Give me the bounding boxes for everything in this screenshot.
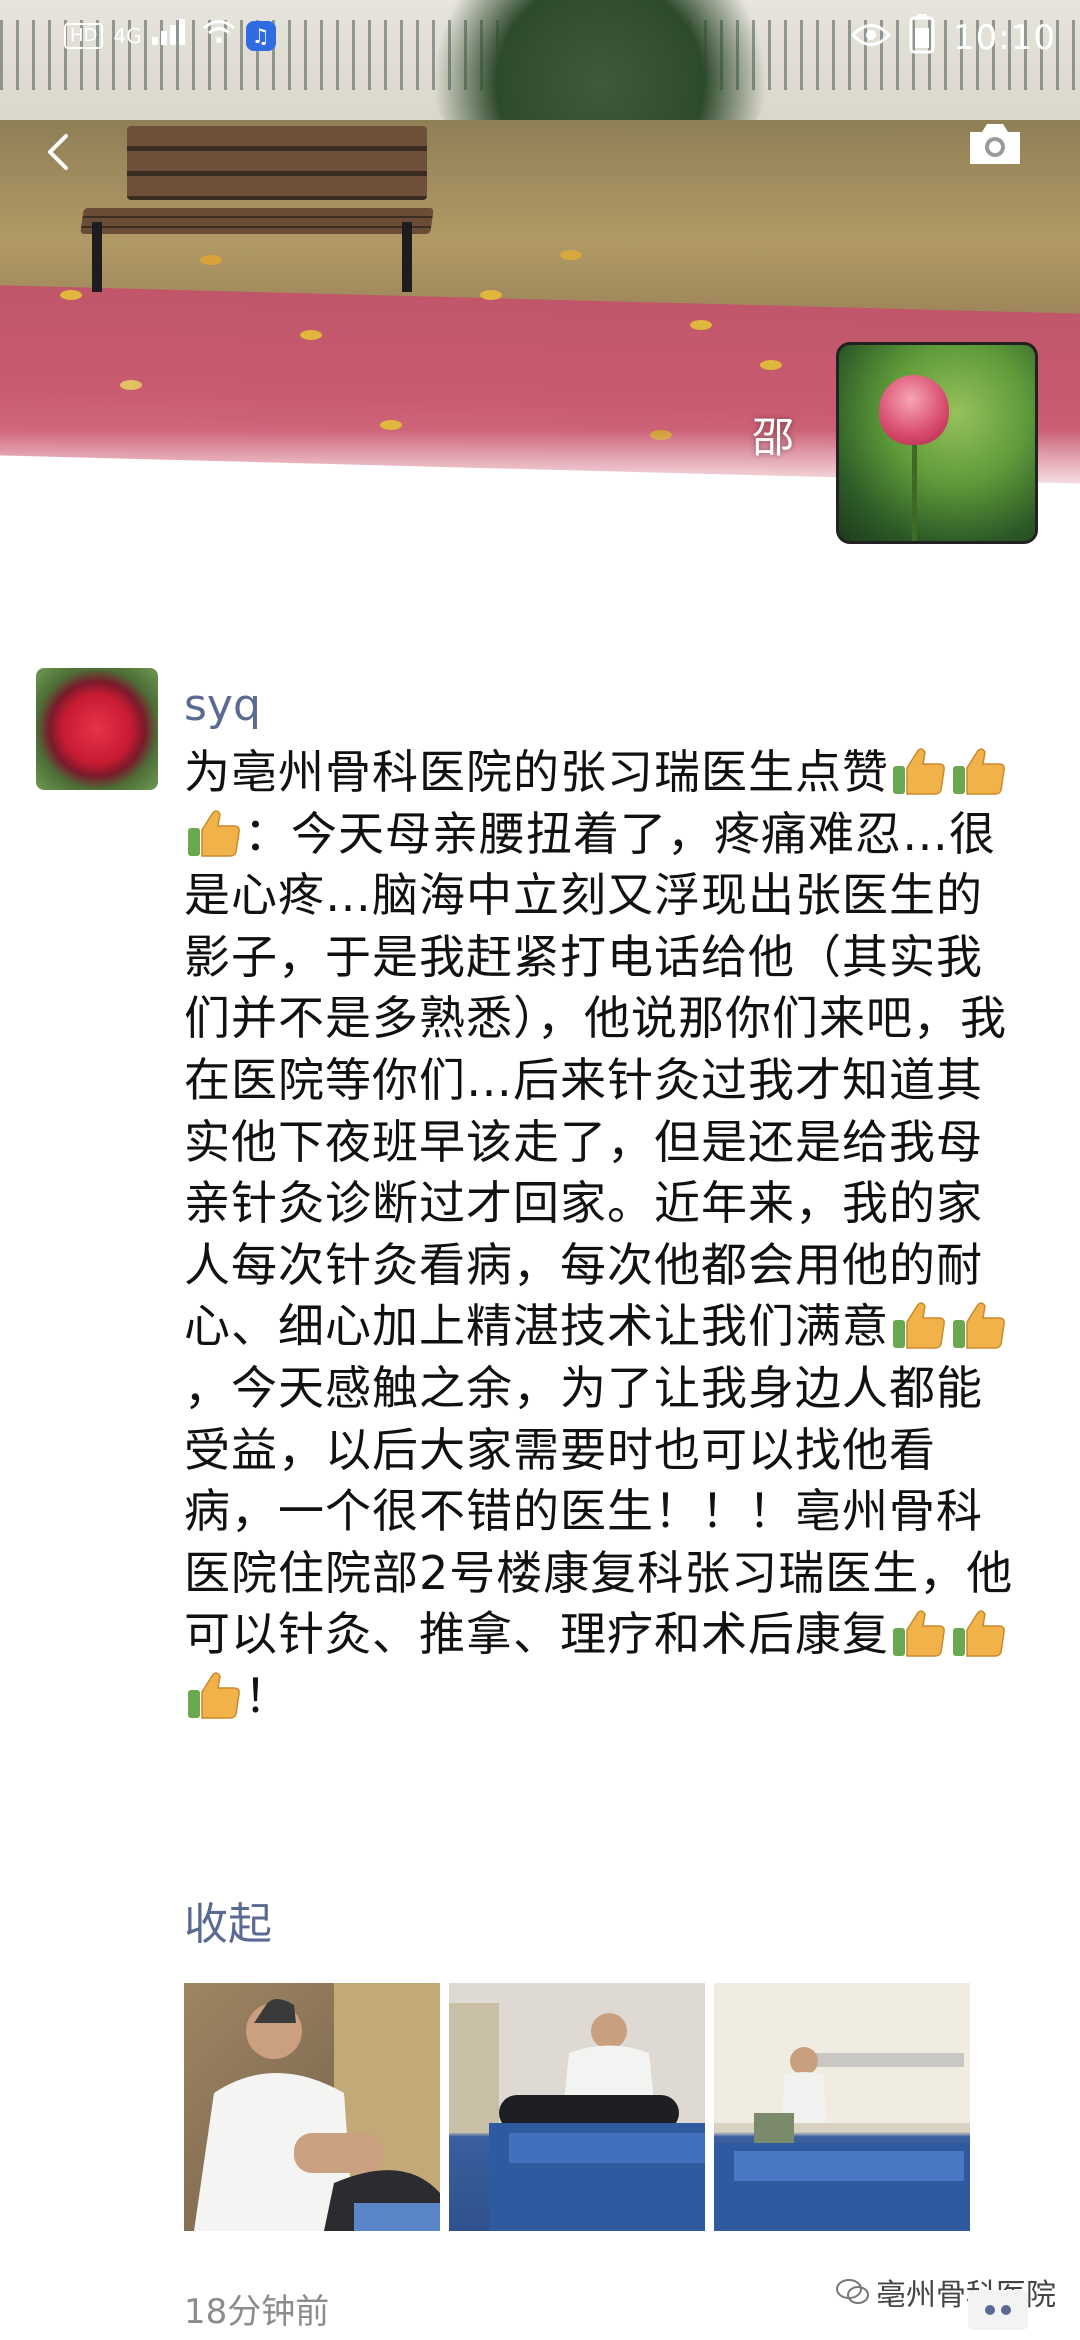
poster-name[interactable]: syq: [184, 680, 261, 731]
cover-bench: [80, 126, 442, 292]
status-bar: HD 4G ♫ 10:10: [0, 0, 1080, 66]
signal-icon: [151, 18, 192, 53]
thumbs-up-icon: [891, 1608, 947, 1658]
post-text: 为亳州骨科医院的张习瑞医生点赞 ：今天母亲腰扭着了，疼痛难忍…很是心疼…脑海中立刻…: [184, 742, 1014, 1728]
photo-grid: [184, 1983, 974, 2231]
thumbs-up-icon: [951, 746, 1007, 796]
more-actions-button[interactable]: [968, 2290, 1028, 2330]
post-photo[interactable]: [184, 1983, 440, 2231]
post-timestamp: 18分钟前: [184, 2292, 330, 2332]
thumbs-up-icon: [891, 1300, 947, 1350]
camera-button[interactable]: [964, 120, 1026, 168]
post-text-segment: 为亳州骨科医院的张习瑞医生点赞: [184, 745, 889, 799]
post-photo[interactable]: [714, 1983, 970, 2231]
camera-icon: [970, 124, 1020, 164]
post-text-segment: ！: [244, 1668, 291, 1723]
wechat-logo-icon: [836, 2279, 869, 2304]
thumbs-up-icon: [951, 1608, 1007, 1658]
thumbs-up-icon: [951, 1300, 1007, 1350]
post-text-segment: ，今天感触之余，为了让我身边人都能受益，以后大家需要时也可以找他看病，一个很不错…: [184, 1360, 1014, 1662]
music-app-icon: ♫: [245, 20, 276, 51]
owner-avatar[interactable]: [836, 342, 1038, 544]
poster-avatar[interactable]: [36, 668, 158, 790]
back-button[interactable]: [30, 122, 90, 182]
status-time: 10:10: [953, 18, 1056, 58]
thumbs-up-icon: [186, 1670, 242, 1720]
owner-name[interactable]: 邵: [752, 404, 794, 465]
post-text-segment: ：今天母亲腰扭着了，疼痛难忍…很是心疼…脑海中立刻又浮现出张医生的影子，于是我赶…: [184, 806, 1007, 1354]
watermark-label: 亳州骨科医院: [876, 2278, 1056, 2313]
more-dots-icon: [985, 2305, 1011, 2315]
eye-icon: [850, 21, 892, 56]
signal-label: 4G: [113, 23, 142, 48]
thumbs-up-icon: [891, 746, 947, 796]
collapse-link[interactable]: 收起: [184, 1888, 272, 1952]
hd-badge: HD: [64, 22, 104, 49]
battery-icon: [909, 14, 935, 62]
wifi-icon: [202, 18, 236, 53]
post-photo[interactable]: [449, 1983, 705, 2231]
thumbs-up-icon: [186, 808, 242, 858]
chevron-left-icon: [48, 134, 68, 170]
